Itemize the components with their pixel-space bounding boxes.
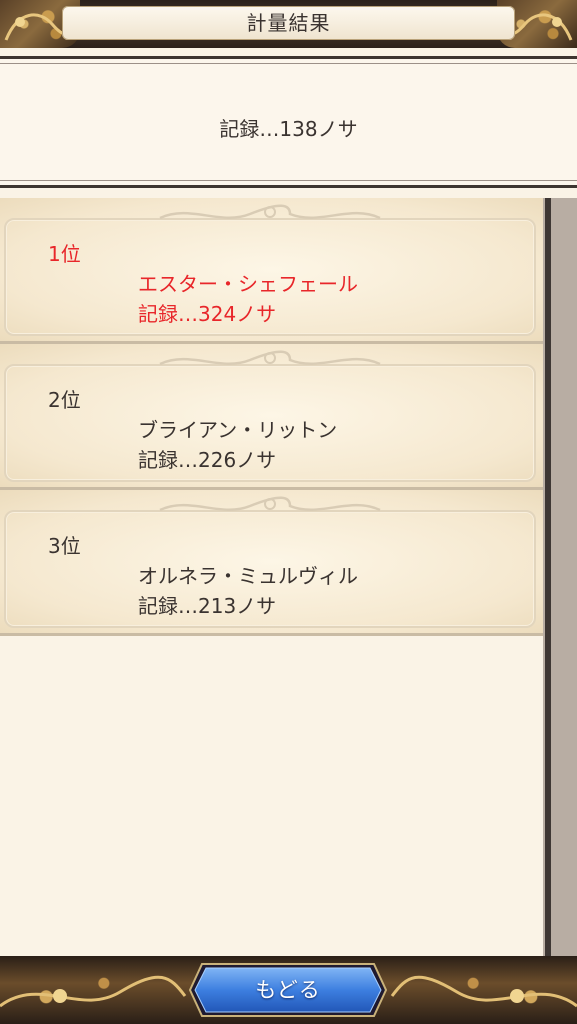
current-record-text: 記録…138ノサ [219, 117, 358, 141]
rank-player-name: オルネラ・ミュルヴィル [138, 564, 358, 588]
current-record-panel: 記録…138ノサ [0, 56, 577, 188]
ranking-list[interactable]: 1位 エスター・シェフェール 記録…324ノサ 2位 ブライアン・リットン 記録… [0, 198, 543, 956]
back-button[interactable]: もどる [188, 962, 388, 1018]
ranking-item-3: 3位 オルネラ・ミュルヴィル 記録…213ノサ [0, 490, 543, 636]
scrollbar-thumb[interactable] [545, 198, 551, 956]
rank-position: 3位 [48, 534, 81, 558]
rank-position: 1位 [48, 242, 81, 266]
ranking-item-1: 1位 エスター・シェフェール 記録…324ノサ [0, 198, 543, 344]
flourish-ornament-icon [159, 204, 381, 220]
rank-player-name: エスター・シェフェール [138, 272, 358, 296]
rank-record: 記録…324ノサ [138, 302, 277, 326]
ranking-item-2: 2位 ブライアン・リットン 記録…226ノサ [0, 344, 543, 490]
page-title: 計量結果 [246, 11, 331, 35]
rank-position: 2位 [48, 388, 81, 412]
flourish-ornament-icon [159, 496, 381, 512]
flourish-ornament-icon [159, 350, 381, 366]
header-bar: 計量結果 [0, 0, 577, 48]
rank-player-name: ブライアン・リットン [138, 418, 338, 442]
rank-record: 記録…226ノサ [138, 448, 277, 472]
back-button-label: もどる [255, 978, 321, 1002]
rank-record: 記録…213ノサ [138, 594, 277, 618]
